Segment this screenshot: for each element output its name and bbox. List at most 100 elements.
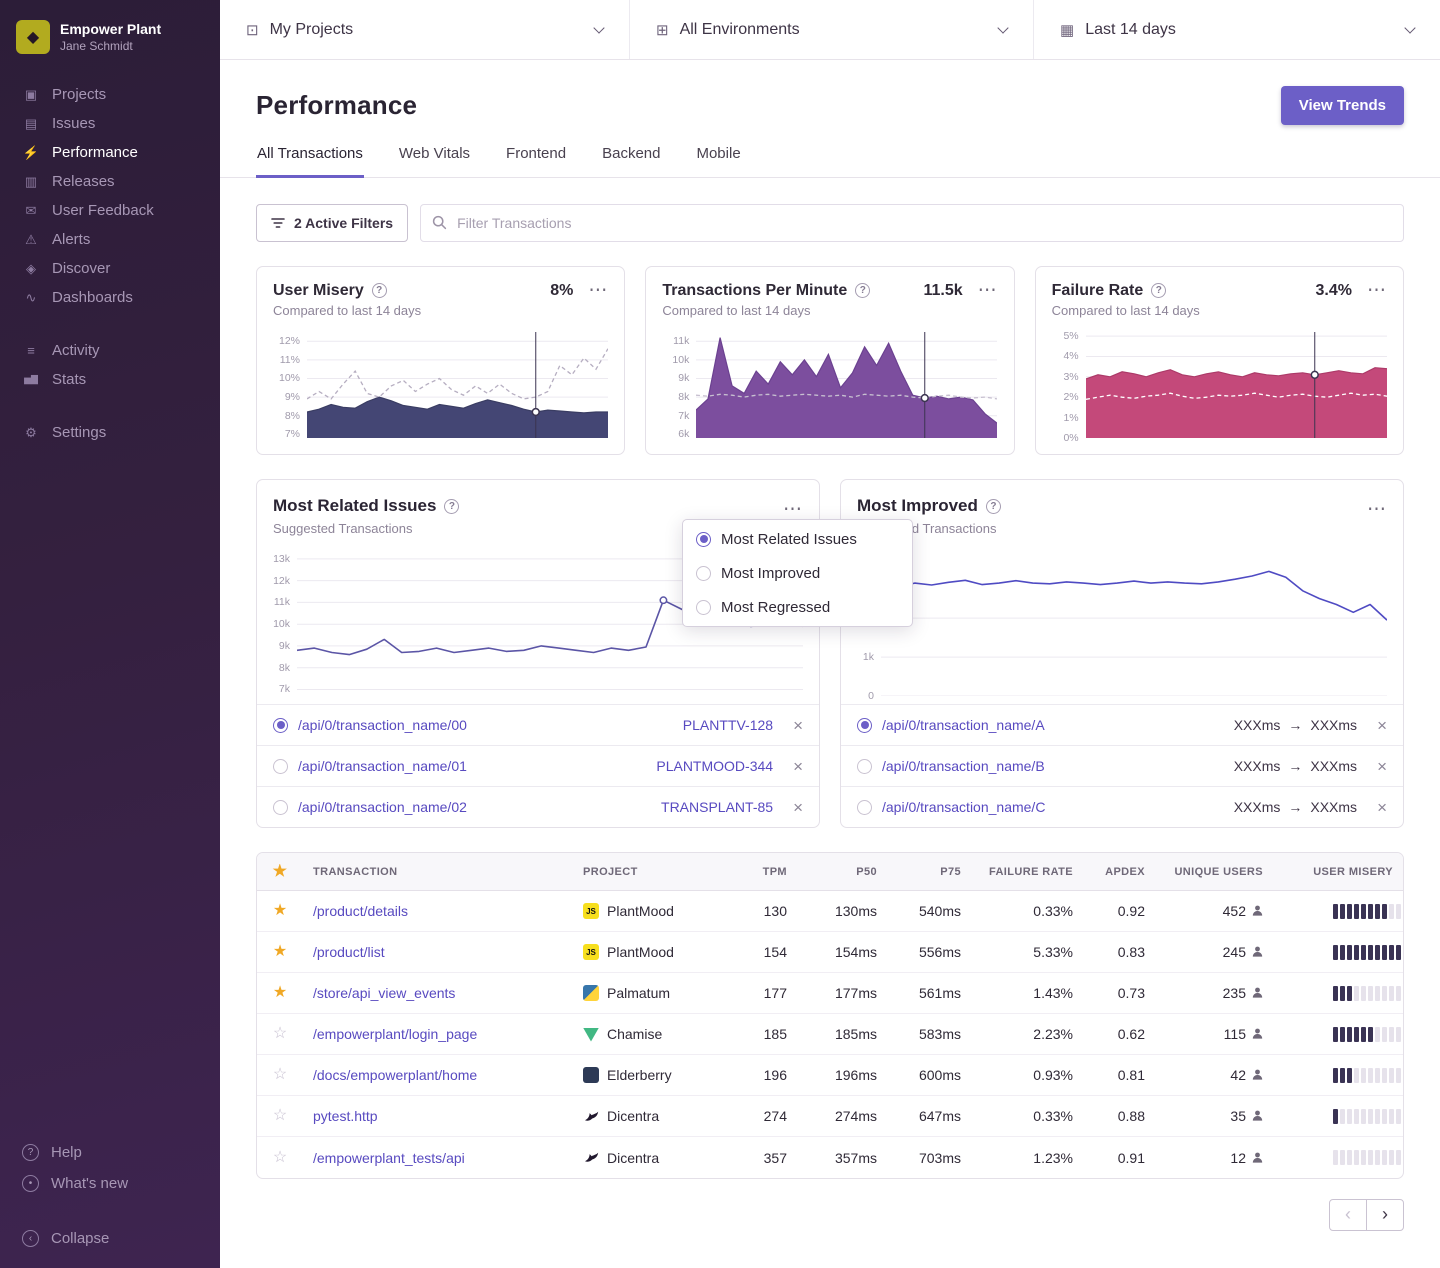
- remove-transaction-button[interactable]: ×: [1377, 799, 1387, 816]
- star-toggle[interactable]: ☆: [257, 1150, 303, 1166]
- transaction-radio[interactable]: [696, 566, 711, 581]
- help-circle-icon[interactable]: ?: [986, 499, 1001, 514]
- sidebar-item-help[interactable]: ?Help: [0, 1137, 220, 1168]
- ellipsis-menu-icon[interactable]: ⋯: [978, 281, 998, 300]
- sidebar-item-issues[interactable]: ▤Issues: [0, 109, 220, 138]
- menu-option-most-improved[interactable]: Most Improved: [683, 556, 912, 590]
- transaction-radio[interactable]: [696, 532, 711, 547]
- date-range-selector[interactable]: ▦ Last 14 days: [1034, 0, 1440, 59]
- sidebar-item-projects[interactable]: ▣Projects: [0, 80, 220, 109]
- sidebar-item-label: Alerts: [52, 231, 90, 248]
- transaction-radio[interactable]: [273, 759, 288, 774]
- help-circle-icon[interactable]: ?: [372, 283, 387, 298]
- tab-frontend[interactable]: Frontend: [505, 135, 567, 178]
- transaction-link[interactable]: /docs/empowerplant/home: [313, 1067, 477, 1083]
- sidebar-item-collapse[interactable]: ‹Collapse: [0, 1223, 220, 1254]
- sidebar-item-stats[interactable]: ▅▇Stats: [0, 365, 220, 394]
- sidebar-item-whats-new[interactable]: •What's new: [0, 1168, 220, 1199]
- project-name: PlantMood: [607, 903, 674, 919]
- transaction-link[interactable]: /empowerplant_tests/api: [313, 1150, 465, 1166]
- transaction-list: /api/0/transaction_name/AXXXms→XXXms×/ap…: [841, 704, 1403, 827]
- sidebar-item-user-feedback[interactable]: ✉User Feedback: [0, 196, 220, 225]
- transaction-link[interactable]: /product/details: [313, 903, 408, 919]
- help-circle-icon[interactable]: ?: [1151, 283, 1166, 298]
- transaction-link[interactable]: /store/api_view_events: [313, 985, 455, 1001]
- ellipsis-menu-icon[interactable]: ⋯: [588, 281, 608, 300]
- star-toggle[interactable]: ☆: [257, 1108, 303, 1124]
- previous-page-button[interactable]: ‹: [1329, 1199, 1367, 1231]
- menu-option-label: Most Regressed: [721, 599, 830, 616]
- transaction-link[interactable]: pytest.http: [313, 1108, 378, 1124]
- remove-transaction-button[interactable]: ×: [1377, 758, 1387, 775]
- misery-bar: [1382, 1150, 1387, 1165]
- project-name: Palmatum: [607, 985, 670, 1001]
- misery-bar: [1361, 986, 1366, 1001]
- transaction-link[interactable]: /empowerplant/login_page: [313, 1026, 477, 1042]
- transaction-radio[interactable]: [857, 718, 872, 733]
- transaction-link[interactable]: /api/0/transaction_name/02: [298, 799, 651, 815]
- project-name: Chamise: [607, 1026, 662, 1042]
- transaction-radio[interactable]: [273, 800, 288, 815]
- next-page-button[interactable]: ›: [1366, 1199, 1404, 1231]
- sidebar-item-settings[interactable]: ⚙Settings: [0, 418, 220, 447]
- transaction-link[interactable]: /api/0/transaction_name/01: [298, 758, 646, 774]
- tab-all-transactions[interactable]: All Transactions: [256, 135, 364, 178]
- tab-backend[interactable]: Backend: [601, 135, 661, 178]
- sidebar-item-releases[interactable]: ▥Releases: [0, 167, 220, 196]
- column-header-p50: P50: [797, 866, 887, 878]
- help-circle-icon[interactable]: ?: [444, 499, 459, 514]
- environment-selector[interactable]: ⊞ All Environments: [630, 0, 1034, 59]
- view-trends-button[interactable]: View Trends: [1281, 86, 1404, 125]
- project-selector[interactable]: ⊡ My Projects: [220, 0, 630, 59]
- transaction-link[interactable]: /api/0/transaction_name/B: [882, 758, 1224, 774]
- ellipsis-menu-icon[interactable]: ⋯: [1367, 281, 1387, 300]
- transaction-radio[interactable]: [857, 800, 872, 815]
- menu-option-most-regressed[interactable]: Most Regressed: [683, 590, 912, 624]
- card-menu-button[interactable]: ⋯: [783, 500, 803, 519]
- y-tick-label: 6k: [678, 428, 689, 440]
- org-switcher[interactable]: ◆ Empower Plant Jane Schmidt: [0, 12, 220, 56]
- transaction-link[interactable]: /api/0/transaction_name/00: [298, 717, 673, 733]
- remove-transaction-button[interactable]: ×: [793, 799, 803, 816]
- remove-transaction-button[interactable]: ×: [793, 717, 803, 734]
- transaction-radio[interactable]: [857, 759, 872, 774]
- sidebar-item-performance[interactable]: ⚡Performance: [0, 138, 220, 167]
- star-toggle[interactable]: ★: [257, 944, 303, 960]
- issue-link[interactable]: TRANSPLANT-85: [661, 799, 773, 815]
- menu-option-most-related-issues[interactable]: Most Related Issues: [683, 522, 912, 556]
- star-toggle[interactable]: ★: [257, 903, 303, 919]
- remove-transaction-button[interactable]: ×: [1377, 717, 1387, 734]
- misery-bar: [1354, 1150, 1359, 1165]
- arrow-right-icon: →: [1288, 717, 1302, 733]
- apdex-value: 0.62: [1083, 1026, 1155, 1042]
- remove-transaction-button[interactable]: ×: [793, 758, 803, 775]
- tab-mobile[interactable]: Mobile: [695, 135, 741, 178]
- search-input[interactable]: [420, 204, 1404, 242]
- transaction-radio[interactable]: [273, 718, 288, 733]
- column-header-transaction: TRANSACTION: [303, 866, 573, 878]
- misery-bar: [1347, 945, 1352, 960]
- transaction-link[interactable]: /product/list: [313, 944, 385, 960]
- tab-web-vitals[interactable]: Web Vitals: [398, 135, 471, 178]
- sidebar-item-alerts[interactable]: ⚠Alerts: [0, 225, 220, 254]
- p75-value: 556ms: [887, 944, 971, 960]
- issue-link[interactable]: PLANTMOOD-344: [656, 758, 773, 774]
- y-tick-label: 11k: [274, 596, 290, 608]
- misery-bar: [1361, 1150, 1366, 1165]
- sidebar-item-discover[interactable]: ◈Discover: [0, 254, 220, 283]
- help-circle-icon[interactable]: ?: [855, 283, 870, 298]
- star-toggle[interactable]: ★: [257, 985, 303, 1001]
- apdex-value: 0.88: [1083, 1108, 1155, 1124]
- star-toggle[interactable]: ☆: [257, 1026, 303, 1042]
- transaction-link[interactable]: /api/0/transaction_name/A: [882, 717, 1224, 733]
- sidebar-item-activity[interactable]: ≡Activity: [0, 336, 220, 365]
- star-toggle[interactable]: ☆: [257, 1067, 303, 1083]
- transaction-radio[interactable]: [696, 600, 711, 615]
- unique-users-cell: 245: [1155, 944, 1273, 960]
- card-menu-button[interactable]: ⋯: [1367, 500, 1387, 519]
- issue-link[interactable]: PLANTTV-128: [683, 717, 773, 733]
- active-filters-button[interactable]: 2 Active Filters: [256, 204, 408, 242]
- sidebar-item-dashboards[interactable]: ∿Dashboards: [0, 283, 220, 312]
- transaction-link[interactable]: /api/0/transaction_name/C: [882, 799, 1224, 815]
- list-item: /api/0/transaction_name/02 TRANSPLANT-85 ×: [257, 786, 819, 827]
